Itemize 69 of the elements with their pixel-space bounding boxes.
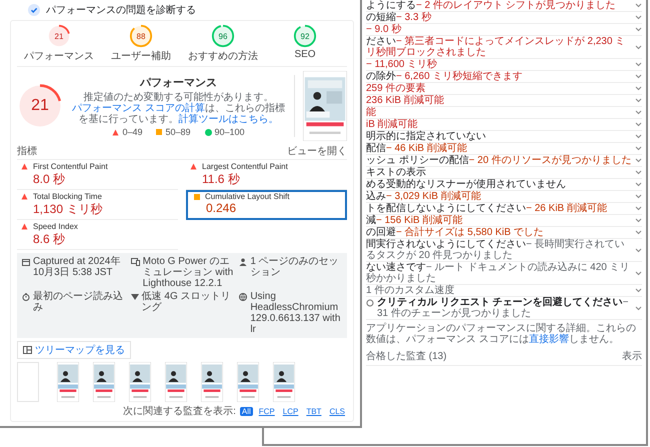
- audit-item[interactable]: の除外− 6,260 ミリ秒短縮できます: [366, 71, 522, 82]
- legend-label: 0–49: [122, 127, 142, 137]
- score-value: 21: [54, 32, 64, 40]
- score-link[interactable]: パフォーマンス スコアの計算: [72, 103, 205, 114]
- score-value: 92: [300, 32, 310, 40]
- page-heading: パフォーマンスの問題を診断する: [46, 4, 196, 17]
- audit-item[interactable]: トを配信しないようにしてください− 26 KiB 削減可能: [366, 203, 607, 214]
- audit-item[interactable]: 能: [366, 107, 376, 118]
- audit-item[interactable]: ようにする− 2 件のレイアウト シフトが見つかりました: [366, 0, 616, 11]
- filter-chip[interactable]: FCP: [256, 406, 277, 416]
- metric-label: Cumulative Layout Shift: [205, 192, 290, 201]
- category-title: パフォーマンス: [140, 76, 217, 90]
- metrics-heading: 指標: [17, 144, 37, 158]
- audit-item[interactable]: ない速さです− ルート ドキュメントの読み込みに 420 ミリ秒かかりました: [366, 262, 632, 284]
- score-value: 21: [31, 97, 49, 115]
- filter-label: 次に関連する監査を表示:: [123, 404, 236, 418]
- audit-item[interactable]: iB 削減可能: [366, 119, 418, 130]
- audit-item[interactable]: 配信− 46 KiB 削減可能: [366, 143, 467, 154]
- audit-item[interactable]: ッシュ ポリシーの配信− 20 件のリソースが見つかりました: [366, 155, 632, 166]
- info-text: 最初のページ読み込み: [33, 291, 124, 313]
- expand-view-link[interactable]: ビューを開く: [287, 144, 347, 158]
- audits-note: アプリケーションのパフォーマンスに関する詳細。これらの数値は、パフォーマンス スコアには直接影響 しません。: [366, 323, 637, 345]
- info-text: 1 ページのみのセッション: [250, 256, 340, 278]
- audit-item[interactable]: 間実行されないようにしてください− 長時間実行されているタスクが 20 件見つかりました: [366, 239, 632, 261]
- audit-item[interactable]: キストの表示: [366, 167, 426, 178]
- metric-value: 0.246: [205, 201, 238, 215]
- metric-value: 8.0 秒: [32, 171, 66, 188]
- category-label: SEO: [294, 49, 316, 60]
- audit-item[interactable]: ださい− 第三者コードによってメインスレッドが 2,230 ミリ秒間ブロックされました: [366, 36, 632, 58]
- filter-chip[interactable]: LCP: [280, 406, 300, 416]
- audit-item[interactable]: 込み− 3,029 KiB 削減可能: [366, 191, 481, 202]
- treemap-button[interactable]: ツリーマップを見る: [17, 341, 131, 359]
- audit-item[interactable]: − 11,600 ミリ秒: [366, 59, 438, 70]
- info-text: Moto G Power のエミュレーション with Lighthouse 12.2.1: [142, 256, 234, 289]
- filter-chip[interactable]: TBT: [304, 406, 324, 416]
- audit-item[interactable]: の短縮− 3.3 秒: [366, 12, 432, 23]
- calculator-link[interactable]: 計算ツールはこちら。: [178, 114, 278, 125]
- audit-item[interactable]: 減− 156 KiB 削減可能: [366, 215, 462, 226]
- info-text: Captured at 2024年10月3日 5:38 JST: [33, 256, 122, 278]
- score-description: 推定値のため変動する可能性があります。 パフォーマンス スコアの計算は、これらの指標を基に行っています。計算ツールはこちら。: [71, 92, 286, 125]
- metric-label: Speed Index: [33, 222, 78, 231]
- note-link[interactable]: 直接影響: [528, 334, 569, 345]
- metric-value: 11.6 秒: [201, 171, 241, 188]
- audit-item[interactable]: 明示的に指定されていない: [366, 131, 486, 142]
- category-label: パフォーマンス: [24, 50, 94, 63]
- show-link[interactable]: 表示: [622, 349, 642, 363]
- score-value: 96: [218, 32, 228, 40]
- audit-item[interactable]: − 9.0 秒: [366, 24, 402, 35]
- metric-value: 8.6 秒: [32, 231, 66, 248]
- score-value: 88: [136, 32, 146, 40]
- audit-item[interactable]: める受動的なリスナーが使用されていません: [366, 179, 566, 190]
- audit-item[interactable]: 236 KiB 削減可能: [366, 95, 444, 106]
- legend-label: 90–100: [214, 127, 245, 137]
- metric-label: First Contentful Paint: [33, 162, 108, 171]
- category-label: ユーザー補助: [111, 50, 171, 63]
- info-text: 低速 4G スロットリング: [142, 291, 232, 313]
- legend-label: 50–89: [165, 127, 190, 137]
- metric-label: Largest Contentful Paint: [202, 162, 288, 171]
- audit-item[interactable]: 1 件のカスタム速度: [366, 285, 454, 296]
- filter-chip[interactable]: CLS: [327, 406, 347, 416]
- audit-item[interactable]: の回避− 合計サイズは 5,580 KiB でした: [366, 227, 544, 238]
- passed-audits-heading: 合格した監査 (13): [366, 350, 447, 363]
- category-label: おすすめの方法: [188, 50, 258, 63]
- metric-value: 1,130 ミリ秒: [32, 201, 104, 218]
- info-text: Using HeadlessChromium 129.0.6613.137 with lr: [250, 291, 342, 335]
- metric-label: Total Blocking Time: [33, 192, 102, 201]
- filter-chip[interactable]: All: [240, 406, 253, 416]
- audit-item[interactable]: 259 件の要素: [366, 83, 426, 94]
- audit-item[interactable]: クリティカル リクエスト チェーンを回避してください− 31 件のチェーンが見つかりました: [377, 297, 632, 319]
